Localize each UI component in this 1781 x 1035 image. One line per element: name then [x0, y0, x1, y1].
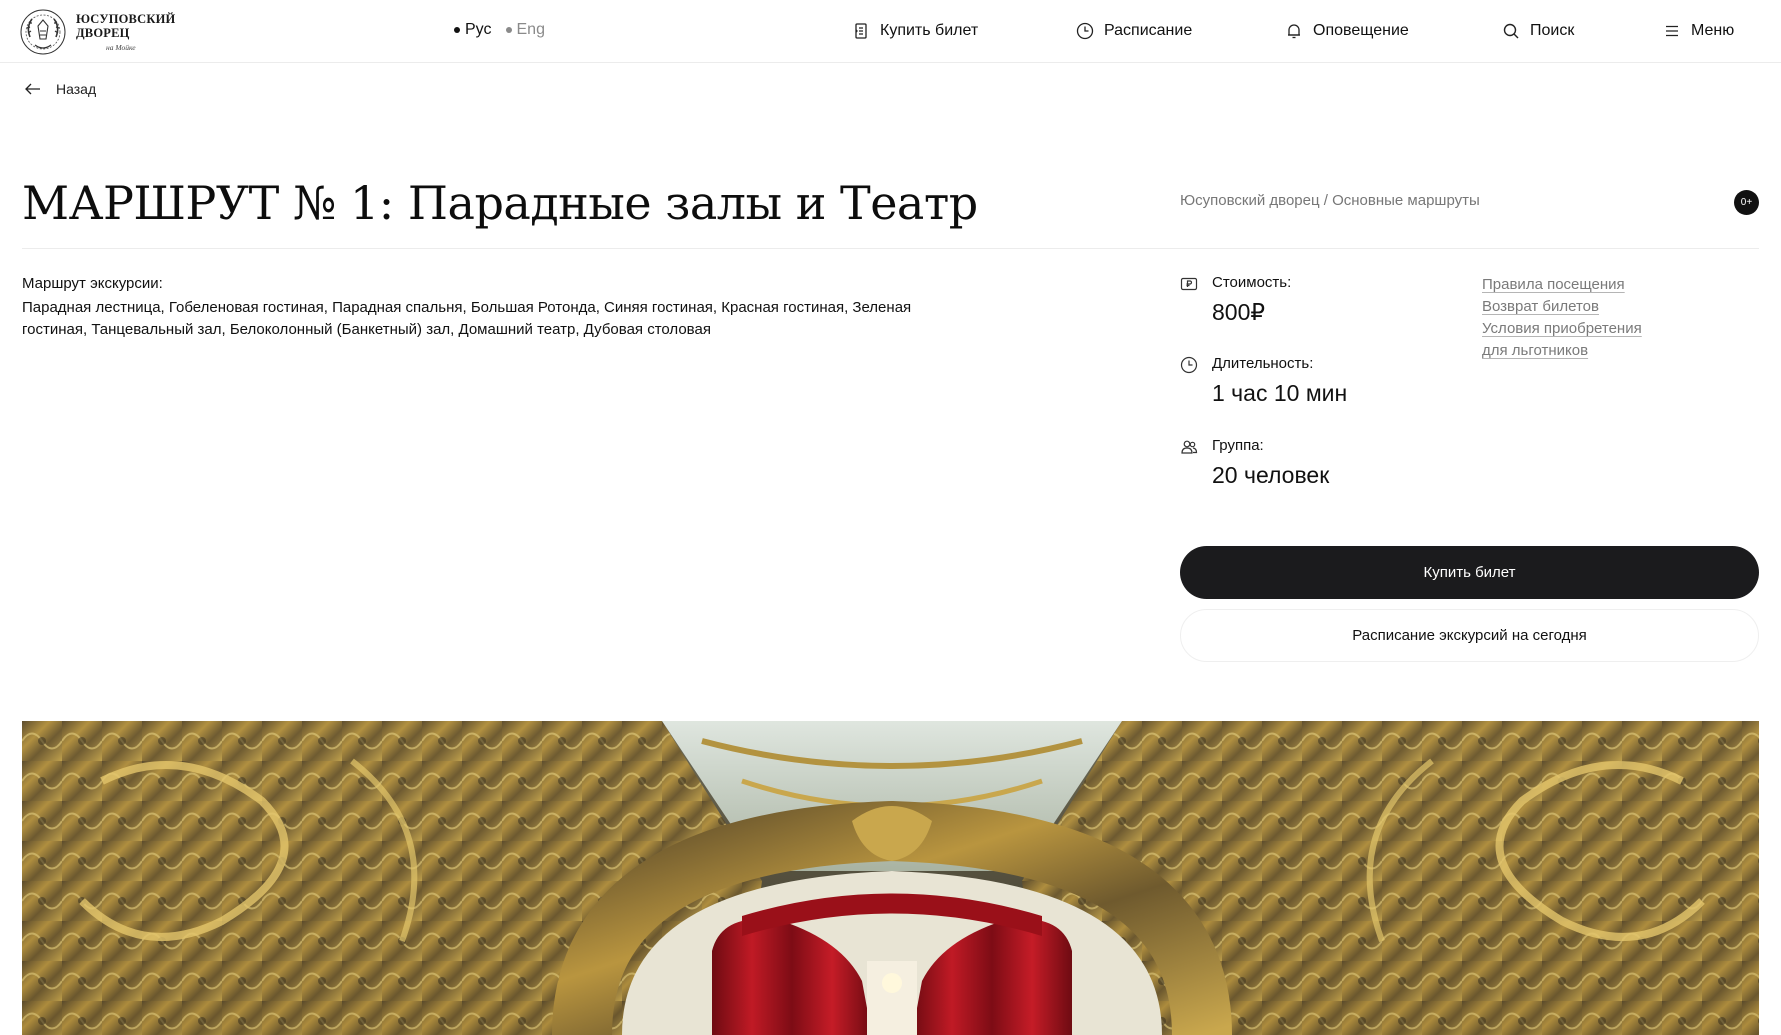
- duration-text: Длительность: 1 час 10 мин: [1212, 355, 1347, 407]
- logo-line-2: ДВОРЕЦ: [76, 26, 130, 41]
- hamburger-menu-icon: [1666, 25, 1678, 37]
- nav-buy-ticket-label: Купить билет: [880, 22, 979, 39]
- lang-en[interactable]: Eng: [505, 21, 545, 39]
- duration-info: Длительность: 1 час 10 мин: [1180, 355, 1347, 407]
- age-rating-badge: 0+: [1734, 190, 1759, 215]
- lang-en-label: Eng: [516, 21, 545, 38]
- logo-line-3: на Мойке: [106, 42, 136, 52]
- nav-schedule[interactable]: Расписание: [1076, 20, 1192, 42]
- nav-search[interactable]: Поиск: [1502, 20, 1574, 42]
- nav-notification[interactable]: Оповещение: [1285, 20, 1409, 42]
- route-label: Маршрут экскурсии:: [22, 275, 163, 292]
- price-label: Стоимость:: [1212, 274, 1292, 291]
- group-value: 20 человек: [1212, 462, 1330, 488]
- lang-ru-dot: [454, 27, 460, 33]
- duration-label: Длительность:: [1212, 355, 1314, 372]
- nav-menu-label: Меню: [1691, 22, 1735, 39]
- nav-buy-ticket[interactable]: Купить билет: [852, 20, 978, 42]
- back-link[interactable]: Назад: [24, 80, 96, 98]
- clock-icon: [1076, 22, 1094, 40]
- group-info: Группа: 20 человек: [1180, 437, 1329, 489]
- hero-image: [22, 721, 1759, 1035]
- theatre-interior-illustration: [22, 721, 1759, 1035]
- link-ticket-refund[interactable]: Возврат билетов: [1482, 296, 1642, 318]
- info-links: Правила посещения Возврат билетов Услови…: [1482, 274, 1642, 362]
- page-title: МАРШРУТ № 1: Парадные залы и Театр: [22, 176, 978, 230]
- group-text: Группа: 20 человек: [1212, 437, 1329, 489]
- crest-icon: [20, 9, 66, 55]
- logo-line-1: ЮСУПОВСКИЙ: [76, 11, 176, 26]
- nav-search-label: Поиск: [1530, 22, 1575, 39]
- lang-ru-label: Рус: [465, 21, 492, 38]
- price-value: 800₽: [1212, 299, 1266, 325]
- people-icon: [1181, 440, 1198, 454]
- group-label: Группа:: [1212, 437, 1264, 454]
- nav-menu[interactable]: Меню: [1663, 20, 1734, 42]
- back-label: Назад: [56, 81, 97, 97]
- today-schedule-button[interactable]: Расписание экскурсий на сегодня: [1180, 609, 1759, 662]
- ticket-icon: [855, 23, 867, 39]
- price-text: Стоимость: 800₽: [1212, 274, 1291, 326]
- link-benefit-terms-cont[interactable]: для льготников: [1482, 340, 1642, 362]
- lang-en-dot: [505, 27, 512, 33]
- title-divider: [22, 248, 1759, 249]
- logo-text: ЮСУПОВСКИЙ ДВОРЕЦ на Мойке: [76, 13, 175, 52]
- ruble-card-icon: [1180, 277, 1198, 291]
- nav-notification-label: Оповещение: [1313, 22, 1409, 39]
- link-visit-rules[interactable]: Правила посещения: [1482, 274, 1642, 296]
- site-header: ЮСУПОВСКИЙ ДВОРЕЦ на Мойке Рус Eng Купит…: [0, 0, 1781, 63]
- arrow-left-icon: [25, 83, 40, 95]
- buy-ticket-button[interactable]: Купить билет: [1180, 546, 1759, 599]
- language-switcher: Рус Eng: [454, 21, 545, 39]
- bell-icon: [1288, 24, 1300, 39]
- museum-logo[interactable]: ЮСУПОВСКИЙ ДВОРЕЦ на Мойке: [18, 7, 175, 57]
- clock-icon: [1180, 356, 1198, 374]
- duration-value: 1 час 10 мин: [1212, 380, 1348, 406]
- link-benefit-terms[interactable]: Условия приобретения: [1482, 318, 1642, 340]
- price-info: Стоимость: 800₽: [1180, 274, 1291, 326]
- nav-schedule-label: Расписание: [1104, 22, 1193, 39]
- route-description: Парадная лестница, Гобеленовая гостиная,…: [22, 299, 912, 338]
- lang-ru[interactable]: Рус: [454, 21, 492, 39]
- breadcrumb[interactable]: Юсуповский дворец / Основные маршруты: [1180, 192, 1480, 209]
- search-icon: [1503, 23, 1519, 39]
